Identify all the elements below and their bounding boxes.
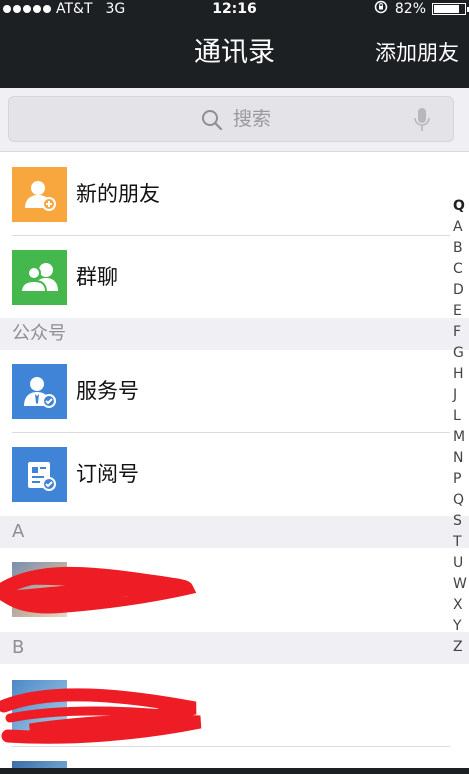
section-header-a: A: [0, 516, 469, 548]
index-letter-n[interactable]: N: [453, 448, 463, 469]
status-bar: AT&T 3G 12:16 82%: [0, 0, 469, 18]
avatar: [12, 761, 67, 768]
index-letter-z[interactable]: Z: [453, 637, 463, 658]
search-icon: [201, 109, 223, 131]
index-letter-j[interactable]: J: [453, 385, 457, 406]
list-item-new-friends[interactable]: 新的朋友: [0, 153, 450, 235]
list-item-label: 群聊: [76, 265, 118, 289]
service-account-icon: [12, 364, 67, 419]
list-item-group-chat[interactable]: 群聊: [0, 236, 450, 318]
index-letter-w[interactable]: W: [453, 574, 467, 595]
alphabet-index[interactable]: QABCDEFGHJLMNPQSTUWXYZ: [453, 196, 469, 658]
index-letter-p[interactable]: P: [453, 469, 461, 490]
microphone-icon[interactable]: [413, 107, 431, 133]
index-letter-l[interactable]: L: [453, 406, 461, 427]
index-letter-a[interactable]: A: [453, 217, 463, 238]
index-letter-d[interactable]: D: [453, 280, 464, 301]
contact-row[interactable]: [0, 664, 450, 746]
index-letter-s[interactable]: S: [453, 511, 462, 532]
contact-row[interactable]: [0, 747, 450, 768]
add-friend-button[interactable]: 添加朋友: [375, 18, 459, 88]
index-letter-e[interactable]: E: [453, 301, 462, 322]
search-input[interactable]: 搜索: [8, 96, 454, 142]
index-letter-h[interactable]: H: [453, 364, 464, 385]
index-letter-g[interactable]: G: [453, 343, 464, 364]
index-letter-f[interactable]: F: [453, 322, 461, 343]
subscription-account-icon: [12, 447, 67, 502]
group-chat-icon: [12, 250, 67, 305]
redaction-scribble: [0, 688, 202, 744]
index-letter-x[interactable]: X: [453, 595, 463, 616]
list-item-label: 服务号: [76, 379, 139, 403]
list-item-label: 订阅号: [76, 462, 139, 486]
section-header-b: B: [0, 632, 469, 664]
index-letter-y[interactable]: Y: [453, 616, 462, 637]
index-letter-u[interactable]: U: [453, 553, 463, 574]
list-item-subscription-account[interactable]: 订阅号: [0, 433, 450, 515]
index-letter-t[interactable]: T: [453, 532, 462, 553]
battery-icon: [432, 3, 469, 15]
rotation-lock-icon: [373, 0, 389, 18]
index-letter-c[interactable]: C: [453, 259, 463, 280]
index-letter-q[interactable]: Q: [453, 196, 465, 217]
search-placeholder: 搜索: [233, 108, 272, 130]
tab-bar-edge: [0, 768, 469, 774]
contact-row[interactable]: [0, 548, 450, 630]
nav-bar: 通讯录 添加朋友: [0, 18, 469, 88]
list-item-service-account[interactable]: 服务号: [0, 350, 450, 432]
new-friend-icon: [12, 167, 67, 222]
redaction-scribble: [0, 566, 197, 614]
status-right: 82%: [373, 0, 469, 18]
index-letter-b[interactable]: B: [453, 238, 463, 259]
battery-percent: 82%: [394, 1, 426, 17]
section-header-official-accounts: 公众号: [0, 318, 469, 350]
search-area: 搜索: [0, 88, 469, 152]
index-letter-m[interactable]: M: [453, 427, 465, 448]
index-letter-q[interactable]: Q: [453, 490, 464, 511]
list-item-label: 新的朋友: [76, 182, 160, 206]
